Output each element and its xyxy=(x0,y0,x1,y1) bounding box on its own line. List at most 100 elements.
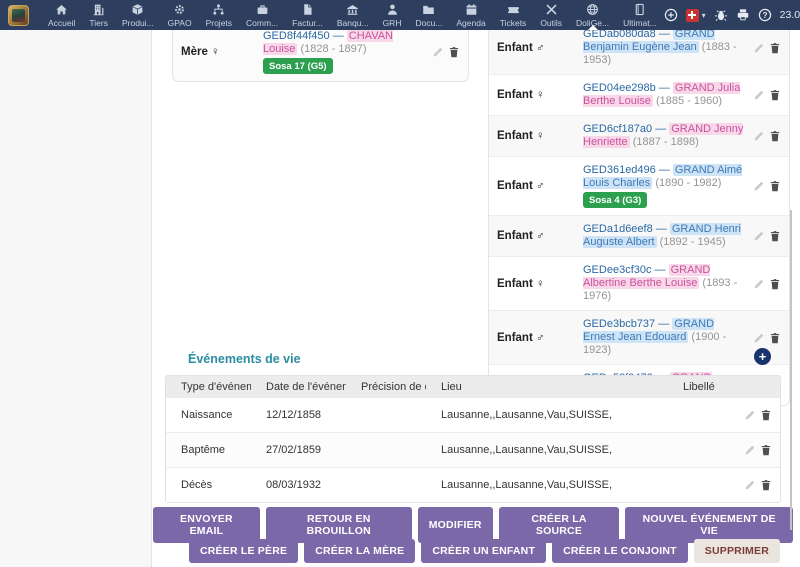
person-role: Enfant ♂ xyxy=(497,42,581,54)
trash-icon[interactable] xyxy=(769,42,781,54)
person-row: Enfant ♀ GED04ee298b — GRAND Julia Berth… xyxy=(489,74,789,115)
cr-er-le-conjoint-button[interactable]: CRÉER LE CONJOINT xyxy=(552,539,688,563)
nav-item-tiers[interactable]: Tiers xyxy=(82,0,115,30)
trash-icon[interactable] xyxy=(760,444,772,456)
trash-icon[interactable] xyxy=(769,130,781,142)
nav-item-label: Tiers xyxy=(89,18,108,28)
nav-item-grh[interactable]: GRH xyxy=(376,0,409,30)
nav-item-outils[interactable]: Outils xyxy=(533,0,569,30)
add-event-button[interactable]: + xyxy=(754,348,771,365)
edit-icon[interactable] xyxy=(744,479,756,491)
trash-icon[interactable] xyxy=(769,332,781,344)
person-separator: — xyxy=(656,82,673,94)
actions-row-1: ENVOYER EMAIL RETOUR EN BROUILLON MODIFI… xyxy=(153,507,793,543)
nav-item-comm[interactable]: Comm... xyxy=(239,0,285,30)
nav-item-accueil[interactable]: Accueil xyxy=(41,0,82,30)
delete-record-button[interactable]: SUPPRIMER xyxy=(694,539,780,563)
person-row: Enfant ♀ GEDee3cf30c — GRAND Albertine B… xyxy=(489,256,789,310)
trash-icon[interactable] xyxy=(769,89,781,101)
edit-icon[interactable] xyxy=(753,89,765,101)
nouvel-v-nement-de-vie-button[interactable]: NOUVEL ÉVÉNEMENT DE VIE xyxy=(625,507,793,543)
modifier-button[interactable]: MODIFIER xyxy=(418,507,493,543)
nav-item-label: Projets xyxy=(206,18,232,28)
trash-icon[interactable] xyxy=(769,230,781,242)
nav-item-label: Ultimat... xyxy=(623,18,657,28)
debug-bug-icon[interactable] xyxy=(714,8,728,22)
envoyer-email-button[interactable]: ENVOYER EMAIL xyxy=(153,507,260,543)
person-id-link[interactable]: GED8f44f450 xyxy=(263,30,330,42)
trash-icon[interactable] xyxy=(760,409,772,421)
project-icon xyxy=(212,3,225,16)
person-id-link[interactable]: GED6cf187a0 xyxy=(583,123,652,135)
person-row: Mère ♀ GED8f44f450 — CHAVAN Louise (1828… xyxy=(173,30,468,81)
person-id-link[interactable]: GEDa1d6eef8 xyxy=(583,223,653,235)
nav-item-factur[interactable]: Factur... xyxy=(285,0,330,30)
nav-item-label: DoliGe... xyxy=(576,18,609,28)
print-icon[interactable] xyxy=(736,8,750,22)
edit-icon[interactable] xyxy=(432,46,444,58)
events-rows-container: Naissance 12/12/1858 Lausanne,,Lausanne,… xyxy=(166,397,780,502)
help-icon[interactable]: ? xyxy=(758,8,772,22)
person-id-link[interactable]: GEDe3bcb737 xyxy=(583,318,655,330)
person-id-link[interactable]: GEDab080da8 xyxy=(583,30,656,40)
nav-item-docu[interactable]: Docu... xyxy=(408,0,449,30)
person-id-link[interactable]: GED04ee298b xyxy=(583,82,656,94)
person-info: GEDe3bcb737 — GRAND Ernest Jean Edouard … xyxy=(581,315,747,360)
scrollbar-thumb[interactable] xyxy=(790,210,792,530)
edit-icon[interactable] xyxy=(753,332,765,344)
row-actions xyxy=(738,444,780,456)
nav-item-produi[interactable]: Produi... xyxy=(115,0,161,30)
edit-icon[interactable] xyxy=(753,180,765,192)
edit-icon[interactable] xyxy=(753,230,765,242)
sosa-badge: Sosa 17 (G5) xyxy=(263,58,333,74)
trash-icon[interactable] xyxy=(769,180,781,192)
cr-er-la-m-re-button[interactable]: CRÉER LA MÈRE xyxy=(304,539,415,563)
nav-item-projets[interactable]: Projets xyxy=(199,0,239,30)
trash-icon[interactable] xyxy=(448,46,460,58)
quick-add-icon[interactable] xyxy=(664,8,678,22)
column-header-place: Lieu xyxy=(426,381,668,393)
mother-row-container: Mère ♀ GED8f44f450 — CHAVAN Louise (1828… xyxy=(173,30,468,81)
person-info: GED6cf187a0 — GRAND Jenny Henriette (188… xyxy=(581,120,747,152)
edit-icon[interactable] xyxy=(753,278,765,290)
nav-item-tickets[interactable]: Tickets xyxy=(493,0,534,30)
cr-er-la-source-button[interactable]: CRÉER LA SOURCE xyxy=(499,507,620,543)
language-selector[interactable]: ▾ xyxy=(686,9,706,22)
person-separator: — xyxy=(651,264,668,276)
person-row: Enfant ♀ GED6cf187a0 — GRAND Jenny Henri… xyxy=(489,115,789,156)
cr-er-le-p-re-button[interactable]: CRÉER LE PÈRE xyxy=(189,539,298,563)
cr-er-un-enfant-button[interactable]: CRÉER UN ENFANT xyxy=(421,539,546,563)
edit-icon[interactable] xyxy=(744,444,756,456)
nav-item-label: Docu... xyxy=(415,18,442,28)
nav-item-ultimat[interactable]: Ultimat... xyxy=(616,0,664,30)
person-role: Enfant ♂ xyxy=(497,180,581,192)
main-content: Mère ♀ GED8f44f450 — CHAVAN Louise (1828… xyxy=(153,30,800,567)
edit-icon[interactable] xyxy=(753,130,765,142)
hr-icon xyxy=(386,3,399,16)
trash-icon[interactable] xyxy=(760,479,772,491)
children-card: Enfant ♂ GEDab080da8 — GRAND Benjamin Eu… xyxy=(488,30,790,406)
edit-icon[interactable] xyxy=(753,42,765,54)
trash-icon[interactable] xyxy=(769,278,781,290)
person-id-link[interactable]: GEDee3cf30c xyxy=(583,264,651,276)
nav-item-label: Factur... xyxy=(292,18,323,28)
person-dates: (1828 - 1897) xyxy=(297,43,366,55)
person-separator: — xyxy=(655,318,672,330)
retour-en-brouillon-button[interactable]: RETOUR EN BROUILLON xyxy=(266,507,412,543)
edit-icon[interactable] xyxy=(744,409,756,421)
column-header-type: Type d'événement xyxy=(166,381,251,393)
dolibarr-logo-icon[interactable] xyxy=(8,5,29,26)
event-place: Lausanne,,Lausanne,Vau,SUISSE, xyxy=(426,409,668,421)
column-header-label: Libellé xyxy=(668,381,738,393)
gear-icon xyxy=(173,3,186,16)
folder-icon xyxy=(422,3,435,16)
nav-item-label: Agenda xyxy=(456,18,485,28)
nav-item-gpao[interactable]: GPAO xyxy=(161,0,199,30)
nav-item-dolige[interactable]: DoliGe... xyxy=(569,0,616,30)
person-id-link[interactable]: GED361ed496 xyxy=(583,164,656,176)
nav-item-banqu[interactable]: Banqu... xyxy=(330,0,376,30)
nav-item-label: GRH xyxy=(383,18,402,28)
nav-item-label: Produi... xyxy=(122,18,154,28)
person-dates: (1887 - 1898) xyxy=(630,136,699,148)
nav-item-agenda[interactable]: Agenda xyxy=(449,0,492,30)
